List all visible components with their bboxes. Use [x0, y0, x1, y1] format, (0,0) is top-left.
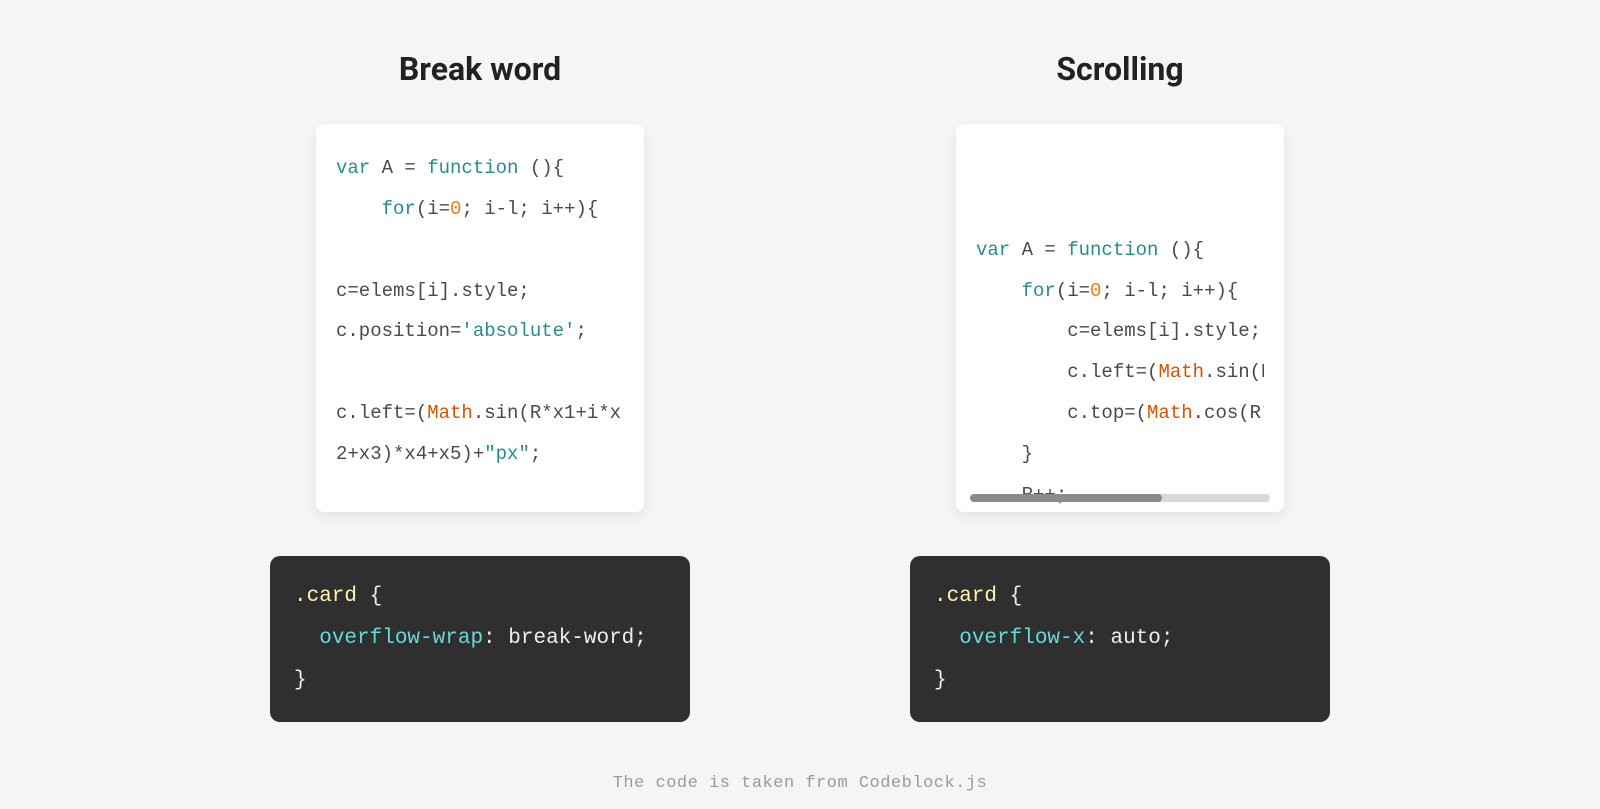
footnote: The code is taken from Codeblock.js: [0, 774, 1600, 793]
code-token: .cos(R*y1+i*y2+y3)*y4+y5)+"px";: [1193, 402, 1264, 424]
code-token: c.left=(: [976, 361, 1158, 383]
code-card-break: var A = function (){ for(i=0; i-l; i++){…: [316, 124, 644, 512]
column-title: Scrolling: [1056, 50, 1183, 88]
css-value: break-word: [508, 627, 634, 650]
code-token: A =: [382, 157, 428, 179]
code-token: 'absolute': [461, 320, 575, 342]
css-property: overflow-wrap: [319, 627, 483, 650]
code-token: for: [1022, 280, 1056, 302]
code-token: [976, 280, 1022, 302]
code-token: [336, 198, 382, 220]
code-token: 0: [450, 198, 461, 220]
code-token: function: [1067, 239, 1170, 261]
column-scrolling: Scrolling var A = function (){ for(i=0; …: [910, 50, 1330, 722]
code-token: A =: [1022, 239, 1068, 261]
css-selector: .card: [294, 585, 357, 608]
code-token: ;: [575, 320, 586, 342]
code-token: (){: [530, 157, 564, 179]
css-value: auto: [1110, 627, 1160, 650]
code-token: c=elems[i].style;: [336, 280, 530, 302]
code-token: }: [976, 443, 1033, 465]
code-token: ;: [530, 443, 541, 465]
code-token: (i=: [416, 198, 450, 220]
code-token: c.left=(: [336, 402, 427, 424]
column-break-word: Break word var A = function (){ for(i=0;…: [270, 50, 690, 722]
code-token: var: [976, 239, 1022, 261]
code-token: "px": [484, 443, 530, 465]
code-token: .sin(R*x1+i*x2+x3)*x4+x5)+"px";: [1204, 361, 1264, 383]
code-token: Math: [1158, 361, 1204, 383]
code-token: function: [427, 157, 530, 179]
css-selector: .card: [934, 585, 997, 608]
code-token: (i=: [1056, 280, 1090, 302]
column-title: Break word: [399, 50, 561, 88]
css-snippet-break: .card { overflow-wrap: break-word; }: [270, 556, 690, 722]
code-token: var: [336, 157, 382, 179]
code-token: (){: [1170, 239, 1204, 261]
code-token: 0: [1090, 280, 1101, 302]
code-token: ; i-l; i++){: [461, 198, 598, 220]
code-card-scroll[interactable]: var A = function (){ for(i=0; i-l; i++){…: [956, 124, 1284, 512]
code-token: Math: [1147, 402, 1193, 424]
code-token: c.position=: [336, 320, 461, 342]
code-token: c=elems[i].style;: [976, 320, 1261, 342]
columns-wrap: Break word var A = function (){ for(i=0;…: [0, 0, 1600, 722]
code-token: Math: [427, 402, 473, 424]
css-property: overflow-x: [959, 627, 1085, 650]
code-token: c.top=(: [976, 402, 1147, 424]
code-token: for: [382, 198, 416, 220]
horizontal-scrollbar[interactable]: [970, 494, 1270, 502]
css-snippet-scroll: .card { overflow-x: auto; }: [910, 556, 1330, 722]
code-token: ; i-l; i++){: [1101, 280, 1238, 302]
